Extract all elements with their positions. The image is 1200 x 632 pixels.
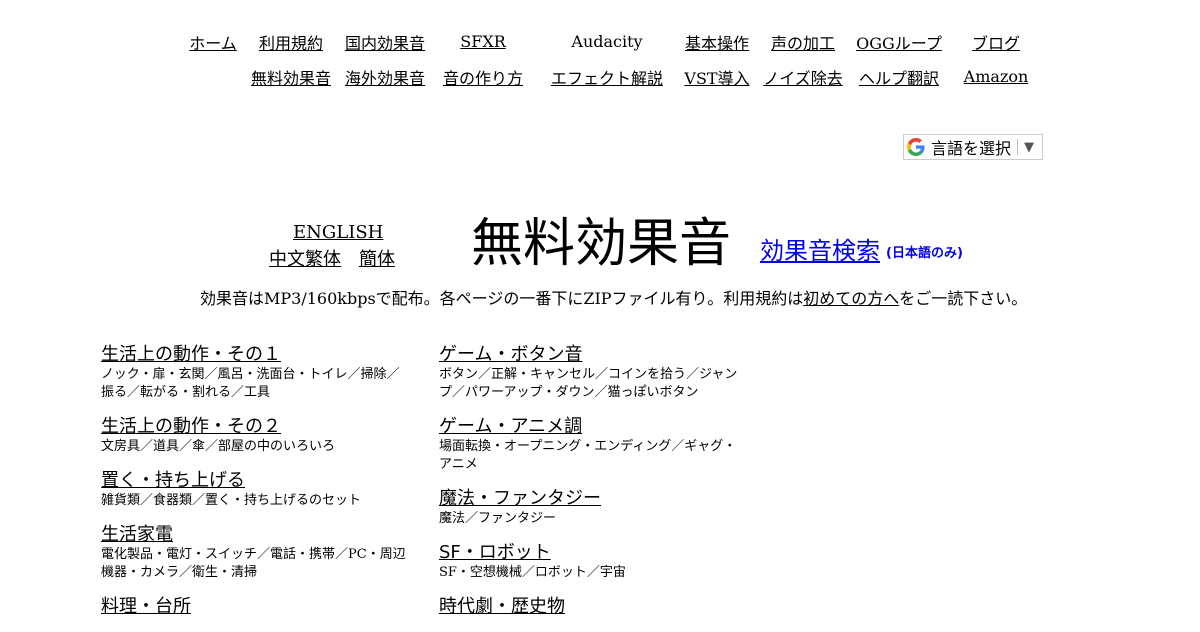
nav-empty-cell (180, 59, 246, 94)
category-description: 魔法／ファンタジー (439, 511, 557, 526)
traditional-chinese-link[interactable]: 中文繁体 (269, 249, 341, 270)
category-description: 場面転換・オープニング・エンディング／ギャグ・アニメ (439, 439, 737, 472)
category-link[interactable]: 生活上の動作・その１ (101, 344, 281, 366)
intro-text: 効果音はMP3/160kbpsで配布。各ページの一番下にZIPファイル有り。利用… (200, 285, 1027, 309)
category-link[interactable]: 料理・台所 (101, 596, 191, 618)
nav-row-2: 無料効果音 海外効果音 音の作り方 エフェクト解説 VST導入 ノイズ除去 ヘル… (180, 59, 1048, 94)
top-navigation: ホーム 利用規約 国内効果音 SFXR Audacity 基本操作 声の加工 O… (180, 24, 1048, 94)
category-description: SF・空想機械／ロボット／宇宙 (439, 565, 626, 580)
category-link[interactable]: 魔法・ファンタジー (439, 488, 601, 510)
category-description: 電化製品・電灯・スイッチ／電話・携帯／PC・周辺機器・カメラ／衛生・清掃 (101, 547, 406, 580)
intro-text-after: をご一読下さい。 (899, 289, 1028, 308)
category-item: SF・ロボット SF・空想機械／ロボット／宇宙 (439, 542, 749, 582)
category-column-right: ゲーム・ボタン音 ボタン／正解・キャンセル／コインを拾う／ジャンプ／パワーアップ… (439, 344, 749, 632)
nav-audacity: Audacity (571, 32, 643, 51)
nav-how-to-make-sound[interactable]: 音の作り方 (434, 59, 532, 94)
category-item: ゲーム・ボタン音 ボタン／正解・キャンセル／コインを拾う／ジャンプ／パワーアップ… (439, 344, 749, 402)
dropdown-separator (1017, 139, 1019, 155)
category-link[interactable]: SF・ロボット (439, 542, 551, 564)
category-item: 生活家電 電化製品・電灯・スイッチ／電話・携帯／PC・周辺機器・カメラ／衛生・清… (101, 524, 411, 582)
search-note: (日本語のみ) (886, 246, 963, 261)
category-item: 時代劇・歴史物 (439, 596, 749, 618)
nav-domestic-sfx[interactable]: 国内効果音 (336, 24, 434, 59)
category-link[interactable]: 生活上の動作・その２ (101, 416, 281, 438)
nav-ogg-loop[interactable]: OGGループ (854, 24, 944, 59)
first-time-link[interactable]: 初めての方へ (803, 289, 899, 308)
nav-effect-explanation[interactable]: エフェクト解説 (532, 59, 682, 94)
nav-help-translation[interactable]: ヘルプ翻訳 (854, 59, 944, 94)
nav-blog[interactable]: ブログ (944, 24, 1048, 59)
nav-row-1: ホーム 利用規約 国内効果音 SFXR Audacity 基本操作 声の加工 O… (180, 24, 1048, 59)
nav-sfxr[interactable]: SFXR (434, 24, 532, 59)
dropdown-arrow-icon: ▼ (1024, 139, 1035, 155)
category-item: 生活上の動作・その１ ノック・扉・玄関／風呂・洗面台・トイレ／掃除／振る／転がる… (101, 344, 411, 402)
category-item: ゲーム・アニメ調 場面転換・オープニング・エンディング／ギャグ・アニメ (439, 416, 749, 474)
category-description: 文房具／道具／傘／部屋の中のいろいろ (101, 439, 336, 454)
nav-amazon[interactable]: Amazon (944, 59, 1048, 94)
category-link[interactable]: ゲーム・ボタン音 (439, 344, 582, 366)
category-item: 置く・持ち上げる 雑貨類／食器類／置く・持ち上げるのセット (101, 470, 411, 510)
category-column-left: 生活上の動作・その１ ノック・扉・玄関／風呂・洗面台・トイレ／掃除／振る／転がる… (101, 344, 411, 632)
sfx-search-link[interactable]: 効果音検索 (760, 231, 880, 266)
nav-noise-removal[interactable]: ノイズ除去 (752, 59, 854, 94)
category-link[interactable]: ゲーム・アニメ調 (439, 416, 582, 438)
page-title: 無料効果音 (471, 214, 732, 274)
category-link[interactable]: 時代劇・歴史物 (439, 596, 565, 618)
chinese-links: 中文繁体 簡体 (269, 245, 413, 271)
nav-overseas-sfx[interactable]: 海外効果音 (336, 59, 434, 94)
simplified-chinese-link[interactable]: 簡体 (359, 249, 395, 270)
nav-basic-operation[interactable]: 基本操作 (682, 24, 752, 59)
category-item: 生活上の動作・その２ 文房具／道具／傘／部屋の中のいろいろ (101, 416, 411, 456)
google-g-icon (907, 138, 925, 156)
category-link[interactable]: 置く・持ち上げる (101, 470, 245, 492)
category-description: ボタン／正解・キャンセル／コインを拾う／ジャンプ／パワーアップ・ダウン／猫っぽい… (439, 367, 738, 400)
language-select-dropdown[interactable]: 言語を選択 ▼ (903, 134, 1043, 160)
english-link[interactable]: ENGLISH (293, 222, 383, 243)
category-link[interactable]: 生活家電 (101, 524, 173, 546)
nav-terms[interactable]: 利用規約 (246, 24, 336, 59)
category-description: ノック・扉・玄関／風呂・洗面台・トイレ／掃除／振る／転がる・割れる／工具 (101, 367, 400, 400)
category-item: 魔法・ファンタジー 魔法／ファンタジー (439, 488, 749, 528)
nav-free-sfx[interactable]: 無料効果音 (246, 59, 336, 94)
category-description: 雑貨類／食器類／置く・持ち上げるのセット (101, 493, 362, 508)
language-select-label: 言語を選択 (931, 139, 1012, 158)
nav-vst-install[interactable]: VST導入 (682, 59, 752, 94)
nav-voice-processing[interactable]: 声の加工 (752, 24, 854, 59)
intro-text-before: 効果音はMP3/160kbpsで配布。各ページの一番下にZIPファイル有り。利用… (200, 289, 804, 308)
nav-home[interactable]: ホーム (180, 24, 246, 59)
category-item: 料理・台所 (101, 596, 411, 618)
